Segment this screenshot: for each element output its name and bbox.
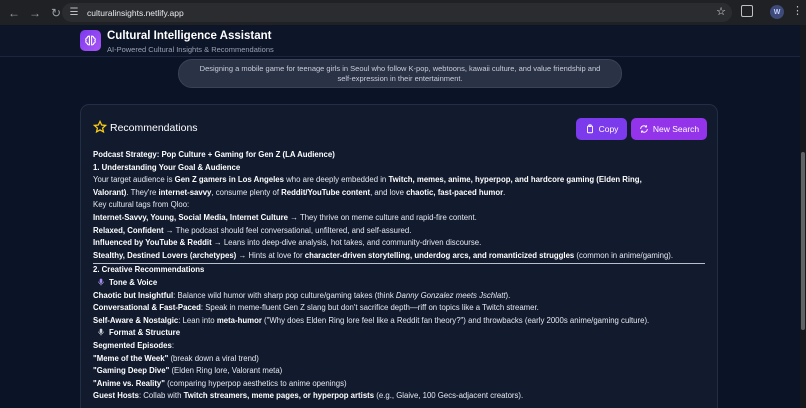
new-search-button[interactable]: New Search [631,118,707,140]
tag-line: Influenced by YouTube & Reddit → Leans i… [93,238,482,248]
app-title: Cultural Intelligence Assistant [107,30,272,42]
copy-label: Copy [598,124,619,134]
microphone-icon [98,328,104,336]
subsection-tone: Tone & Voice [93,277,707,290]
recommendation-text: Podcast Strategy: Pop Culture + Gaming f… [93,149,707,403]
back-icon[interactable]: ← [5,4,23,22]
guest-hosts-item: Guest Hosts: Collab with Twitch streamer… [93,391,524,401]
segment-item: "Gaming Deep Dive" (Elden Ring lore, Val… [93,366,283,376]
extensions-icon[interactable] [741,5,753,17]
tag-line: Internet-Savvy, Young, Social Media, Int… [93,212,477,222]
tag-line: Relaxed, Confident → The podcast should … [93,225,412,235]
tags-intro: Key cultural tags from Qloo: [93,200,190,210]
clipboard-icon [586,124,593,134]
forward-icon[interactable]: → [26,4,44,22]
star-outline-icon [93,120,107,134]
app-header: Cultural Intelligence Assistant AI-Power… [0,25,800,57]
copy-button[interactable]: Copy [576,118,627,140]
new-search-label: New Search [652,124,700,134]
paragraph-line: Valorant). They're internet-savvy, consu… [93,187,506,197]
tone-item: Self-Aware & Nostalgic: Lean into meta-h… [93,315,650,325]
profile-avatar[interactable]: W [770,5,784,19]
refresh-icon [640,125,648,133]
bookmark-star-icon[interactable]: ☆ [716,5,726,18]
scrollbar-thumb[interactable] [801,152,805,330]
site-settings-icon[interactable]: ☰ [68,7,80,19]
segment-item: "Meme of the Week" (break down a viral t… [93,353,259,363]
address-bar[interactable]: ☰ culturalinsights.netlify.app ☆ [62,3,732,22]
format-heading: Segmented Episodes: [93,340,175,350]
tone-item: Chaotic but Insightful: Balance wild hum… [93,290,511,300]
browser-menu-icon[interactable]: ⋮ [792,4,803,17]
microphone-icon [98,278,104,286]
tag-line: Stealthy, Destined Lovers (archetypes) →… [93,250,674,260]
brain-logo-icon [80,30,101,51]
recommendations-card: Recommendations Copy New Search Podcast … [80,104,718,408]
strategy-heading: Podcast Strategy: Pop Culture + Gaming f… [93,150,335,159]
segment-item: "Anime vs. Reality" (comparing hyperpop … [93,378,347,388]
tone-item: Conversational & Fast-Paced: Speak in me… [93,303,539,313]
query-bubble: Designing a mobile game for teenage girl… [178,59,622,88]
url-text[interactable]: culturalinsights.netlify.app [87,8,184,18]
subsection-format: Format & Structure [93,327,707,340]
browser-toolbar: ← → ↻ ☰ culturalinsights.netlify.app ☆ W… [0,0,806,25]
paragraph-line: Your target audience is Gen Z gamers in … [93,175,642,185]
recommendations-heading: Recommendations [110,122,198,134]
app-subtitle: AI-Powered Cultural Insights & Recommend… [107,45,274,54]
app-viewport: Cultural Intelligence Assistant AI-Power… [0,25,800,408]
section-heading-2: 2. Creative Recommendations [93,265,205,275]
section-heading-1: 1. Understanding Your Goal & Audience [93,162,241,172]
